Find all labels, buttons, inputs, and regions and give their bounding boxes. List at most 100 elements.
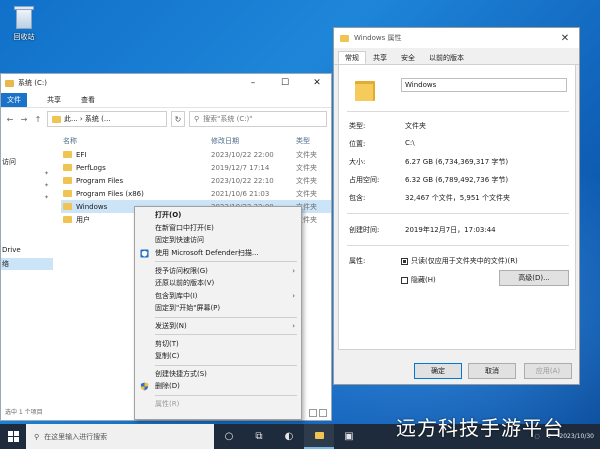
nav-item-6[interactable]: [1, 228, 53, 240]
column-type[interactable]: 类型: [296, 136, 331, 146]
folder-name-field[interactable]: Windows: [401, 78, 567, 92]
context-menu-item[interactable]: 复制(C): [135, 350, 301, 363]
nav-item-pinned-1[interactable]: ✦: [1, 168, 53, 180]
menu-separator: [155, 364, 297, 366]
tab-security[interactable]: 安全: [394, 51, 422, 64]
context-menu-item[interactable]: 创建快捷方式(S): [135, 368, 301, 381]
file-row[interactable]: Program Files 2023/10/22 22:10 文件夹: [61, 174, 331, 187]
tab-share[interactable]: 共享: [47, 95, 61, 105]
file-row[interactable]: PerfLogs 2019/12/7 17:14 文件夹: [61, 161, 331, 174]
edge-icon[interactable]: ◐: [274, 424, 304, 449]
forward-arrow-icon[interactable]: →: [19, 115, 29, 124]
folder-icon: [355, 77, 375, 101]
hidden-checkbox[interactable]: [401, 276, 408, 284]
tiles-view-icon[interactable]: [319, 409, 327, 417]
menu-separator: [155, 261, 297, 263]
back-arrow-icon[interactable]: ←: [5, 115, 15, 124]
context-menu-item[interactable]: 使用 Microsoft Defender扫描...: [135, 247, 301, 260]
file-explorer-taskbar-icon[interactable]: [304, 424, 334, 449]
folder-icon: [63, 151, 72, 158]
menu-separator: [155, 316, 297, 318]
column-name[interactable]: 名称: [61, 136, 211, 146]
nav-item-5[interactable]: [1, 216, 53, 228]
search-input[interactable]: ⚲ 搜索"系统 (C:)": [189, 111, 327, 127]
defender-shield-icon: [140, 249, 149, 258]
folder-icon: [340, 34, 349, 42]
cancel-button[interactable]: 取消: [468, 363, 516, 379]
nav-item-pinned-2[interactable]: ✦: [1, 180, 53, 192]
context-menu-item[interactable]: 打开(O): [135, 209, 301, 222]
context-menu-item[interactable]: 剪切(T): [135, 337, 301, 350]
ribbon-tabs: 文件 共享 查看: [1, 92, 331, 108]
nav-item-4[interactable]: [1, 204, 53, 216]
clock[interactable]: 2023/10/30: [559, 433, 594, 441]
context-menu-item[interactable]: 在新窗口中打开(E): [135, 222, 301, 235]
folder-icon: [63, 216, 72, 223]
address-bar[interactable]: 此... › 系统 (...: [47, 111, 167, 127]
submenu-chevron-icon: ›: [292, 291, 295, 300]
context-menu-item[interactable]: 固定到"开始"屏幕(P): [135, 302, 301, 315]
apply-button[interactable]: 应用(A): [524, 363, 572, 379]
refresh-icon[interactable]: ↻: [171, 111, 185, 127]
store-icon[interactable]: ▣: [334, 424, 364, 449]
watermark-text: 远方科技手游平台: [396, 416, 564, 440]
folder-icon: [63, 190, 72, 197]
menu-separator: [155, 394, 297, 396]
minimize-button[interactable]: –: [239, 74, 267, 92]
advanced-button[interactable]: 高级(D)...: [499, 270, 569, 286]
drive-icon: [52, 115, 61, 123]
search-icon: ⚲: [194, 115, 200, 123]
maximize-button[interactable]: ☐: [271, 74, 299, 92]
general-panel: Windows 类型: 文件夹 位置: C:\ 大小: 6.27 GB (6,734,…: [338, 65, 576, 350]
recycle-bin-shortcut[interactable]: 回收站: [6, 4, 42, 42]
readonly-checkbox[interactable]: [401, 257, 408, 265]
navigation-pane: 访问 ✦ ✦ ✦ Drive 络: [1, 134, 53, 404]
properties-dialog: Windows 属性 ✕ 常规 共享 安全 以前的版本 Windows 类型: 文…: [333, 27, 580, 385]
windows-logo-icon: [7, 431, 19, 442]
context-menu-item[interactable]: 属性(R): [135, 398, 301, 411]
column-headers: 名称 修改日期 类型: [61, 134, 331, 148]
search-placeholder: 搜索"系统 (C:)": [203, 115, 253, 123]
context-menu-item[interactable]: 发送到(N) ›: [135, 320, 301, 333]
status-text: 选中 1 个项目: [5, 409, 43, 416]
task-view-icon[interactable]: ⧉: [244, 424, 274, 449]
pin-icon: ✦: [43, 170, 49, 177]
drive-icon: [5, 79, 14, 87]
taskbar-search-placeholder: 在这里输入进行搜索: [44, 432, 108, 441]
file-row[interactable]: Program Files (x86) 2021/10/6 21:03 文件夹: [61, 187, 331, 200]
properties-title-bar: Windows 属性 ✕: [334, 28, 579, 48]
uac-shield-icon: [140, 382, 149, 391]
context-menu-item[interactable]: 固定到快速访问: [135, 234, 301, 247]
context-menu-item[interactable]: 包含到库中(I) ›: [135, 290, 301, 303]
pin-icon: ✦: [43, 182, 49, 189]
context-menu-item[interactable]: 还原以前的版本(V): [135, 277, 301, 290]
ok-button[interactable]: 确定: [414, 363, 462, 379]
tab-view[interactable]: 查看: [81, 95, 95, 105]
file-row[interactable]: EFI 2023/10/22 22:00 文件夹: [61, 148, 331, 161]
submenu-chevron-icon: ›: [292, 322, 295, 331]
start-button[interactable]: [0, 424, 26, 449]
context-menu-item[interactable]: 删除(D): [135, 380, 301, 393]
tab-file[interactable]: 文件: [1, 92, 27, 107]
cortana-icon[interactable]: ○: [214, 424, 244, 449]
nav-item-pinned-3[interactable]: ✦: [1, 192, 53, 204]
up-arrow-icon[interactable]: ↑: [33, 115, 43, 124]
properties-tabs: 常规 共享 安全 以前的版本: [334, 51, 579, 65]
taskbar-search-input[interactable]: ⚲ 在这里输入进行搜索: [26, 424, 214, 449]
nav-item-onedrive[interactable]: Drive: [1, 244, 53, 256]
nav-item-network[interactable]: 络: [1, 258, 53, 270]
tab-sharing[interactable]: 共享: [366, 51, 394, 64]
details-view-icon[interactable]: [309, 409, 317, 417]
folder-icon: [63, 203, 72, 210]
nav-item-quick-access[interactable]: 访问: [1, 156, 53, 168]
readonly-checkbox-row[interactable]: 只读(仅应用于文件夹中的文件)(R): [401, 256, 518, 266]
tab-previous-versions[interactable]: 以前的版本: [422, 51, 471, 64]
close-icon[interactable]: ✕: [551, 33, 579, 44]
context-menu-item[interactable]: 授予访问权限(G) ›: [135, 264, 301, 277]
tab-general[interactable]: 常规: [338, 51, 366, 64]
close-button[interactable]: ✕: [303, 74, 331, 92]
column-date[interactable]: 修改日期: [211, 136, 296, 146]
hidden-checkbox-row[interactable]: 隐藏(H): [401, 275, 436, 285]
context-menu: 打开(O) 在新窗口中打开(E) 固定到快速访问 使用 Microsoft Defen…: [134, 206, 302, 420]
explorer-title-bar: 系统 (C:) – ☐ ✕: [1, 74, 331, 92]
